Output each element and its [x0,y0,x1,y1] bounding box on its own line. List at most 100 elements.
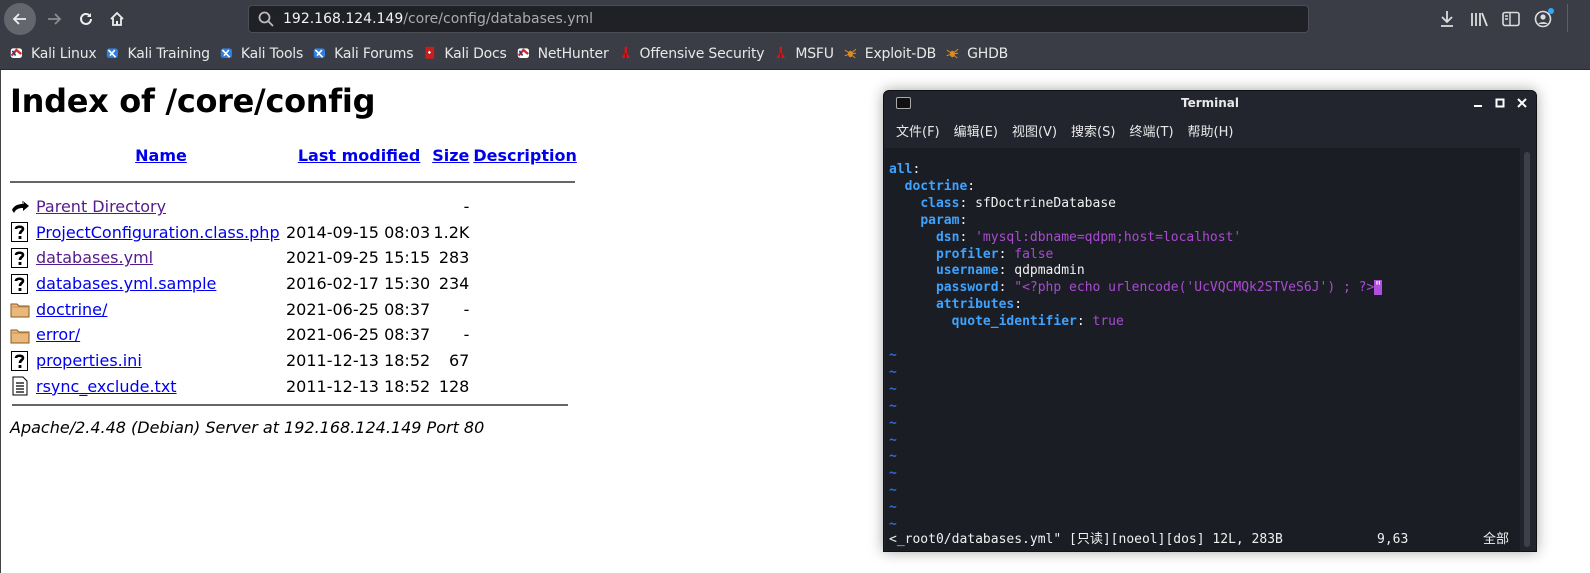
bookmark-label: Exploit-DB [864,45,937,62]
url-bar[interactable]: 192.168.124.149/core/config/databases.ym… [248,5,1309,33]
entry-link[interactable]: properties.ini [36,351,142,370]
bookmark-nethunter[interactable]: NetHunter [517,46,609,62]
entry-description [473,271,576,297]
terminal-window[interactable]: Terminal 文件(F) 编辑(E) 视图(V) 搜索(S) 终端(T) 帮助(H) … [883,90,1537,552]
size-column-header[interactable]: Size [432,142,473,168]
entry-size: 67 [449,351,470,371]
url-host: 192.168.124.149 [283,11,404,27]
entry-link[interactable]: databases.yml.sample [36,274,216,293]
entry-size: 128 [438,376,470,396]
bookmark-kali-tools[interactable]: Kali Tools [220,46,303,62]
browser-toolbar: 192.168.124.149/core/config/databases.ym… [0,0,1590,38]
minimize-button[interactable] [1472,96,1484,110]
entry-link[interactable]: Parent Directory [36,197,166,216]
entry-icon-cell [10,348,36,374]
entry-description [473,322,576,348]
vim-empty-line-marker: ~ [889,364,897,380]
page-title: Index of /core/config [10,82,376,120]
entry-size: 283 [438,248,470,268]
toolbar-separator [1567,4,1568,32]
search-icon [258,11,274,27]
bookmarks-bar: Kali Linux Kali Training Kali Tools Kali Fo… [0,38,1590,70]
terminal-titlebar[interactable]: Terminal [884,91,1536,117]
sidebar-button[interactable] [1500,6,1522,32]
terminal-menu-item[interactable]: 编辑(E) [954,121,998,143]
entry-size: - [463,197,470,217]
vim-scroll-indicator: 全部 [1482,532,1509,547]
close-button[interactable] [1516,96,1528,110]
name-column-header[interactable]: Name [36,142,286,168]
offsec-red-icon [776,46,786,58]
entry-size: - [463,299,470,319]
bookmark-msfu[interactable]: MSFU [774,46,834,62]
downloads-button[interactable] [1436,6,1458,32]
bookmark-kali-training[interactable]: Kali Training [106,46,210,62]
bookmark-kali-forums[interactable]: Kali Forums [313,46,414,62]
vim-cursor-position: 9,63 [1377,532,1409,547]
sort-by-size-link[interactable]: Size [432,146,469,165]
bookmark-label: Kali Linux [31,45,97,62]
entry-name-cell: databases.yml [36,245,286,271]
reload-button[interactable] [70,3,102,35]
yaml-key-username: username [935,263,999,279]
vim-statusline: <_root0/databases.yml" [只读][noeol][dos] … [889,532,1517,549]
library-button[interactable] [1468,6,1490,32]
back-button[interactable] [4,3,36,35]
reload-icon [80,12,92,25]
vim-empty-line-marker: ~ [889,381,897,397]
vim-empty-line-marker: ~ [889,415,897,431]
listing-row: Parent Directory - [10,194,577,220]
account-button[interactable] [1532,6,1554,32]
terminal-menu-item[interactable]: 视图(V) [1012,121,1057,143]
bookmark-ghdb[interactable]: GHDB [946,46,1008,62]
yaml-value-username: qdpmadmin [1014,263,1085,279]
entry-link[interactable]: rsync_exclude.txt [36,377,177,396]
entry-name-cell: properties.ini [36,348,286,374]
terminal-scrollbar-thumb[interactable] [1524,152,1530,547]
entry-link[interactable]: ProjectConfiguration.class.php [36,223,280,242]
yaml-key-quote-identifier: quote_identifier [951,314,1077,330]
bookmark-offensive-security[interactable]: Offensive Security [619,46,765,62]
terminal-menu-item[interactable]: 帮助(H) [1188,121,1234,143]
entry-link[interactable]: error/ [36,325,80,344]
description-column-header[interactable]: Description [473,142,576,168]
entry-link[interactable]: databases.yml [36,248,153,267]
sort-by-modified-link[interactable]: Last modified [298,146,421,165]
entry-description [473,245,576,271]
directory-listing: Name Last modified Size Description Pare… [10,142,577,399]
entry-name-cell: Parent Directory [36,194,286,220]
sort-by-name-link[interactable]: Name [135,146,187,165]
home-button[interactable] [101,3,133,35]
listing-header-row: Name Last modified Size Description [10,142,577,168]
entry-link[interactable]: doctrine/ [36,300,107,319]
entry-name-cell: ProjectConfiguration.class.php [36,219,286,245]
listing-row: databases.yml 2021-09-25 15:15 283 [10,245,577,271]
bookmark-kali-linux[interactable]: Kali Linux [10,45,97,62]
vim-empty-line-marker: ~ [889,398,897,414]
terminal-menu-item[interactable]: 文件(F) [896,121,940,143]
icon-column-header [10,142,36,168]
listing-row: ProjectConfiguration.class.php 2014-09-15… [10,219,577,245]
terminal-scrollbar[interactable] [1520,148,1534,551]
terminal-menu-item[interactable]: 搜索(S) [1071,121,1115,143]
kali-dragon-blue-icon [220,47,232,58]
entry-icon-cell [10,194,36,220]
yaml-value-profiler: false [1014,246,1054,262]
entry-description [473,296,576,322]
download-icon [1441,11,1453,27]
maximize-button[interactable] [1494,96,1506,110]
terminal-title: Terminal [1180,96,1240,110]
bookmark-kali-docs[interactable]: Kali Docs [423,46,507,62]
entry-icon-cell [10,322,36,348]
back-folder-icon [12,200,29,213]
forward-button[interactable] [38,3,70,35]
vim-editor-buffer[interactable]: all: doctrine: class: sfDoctrineDatabase… [885,148,1520,551]
last-modified-column-header[interactable]: Last modified [286,142,432,168]
bookmark-exploit-db[interactable]: Exploit-DB [844,46,936,62]
entry-modified [286,194,432,220]
terminal-menu-item[interactable]: 终端(T) [1129,121,1173,143]
back-arrow-icon [12,13,26,25]
minimize-icon [1474,105,1482,107]
entry-modified: 2011-12-13 18:52 [286,351,431,371]
sort-by-description-link[interactable]: Description [473,146,576,165]
